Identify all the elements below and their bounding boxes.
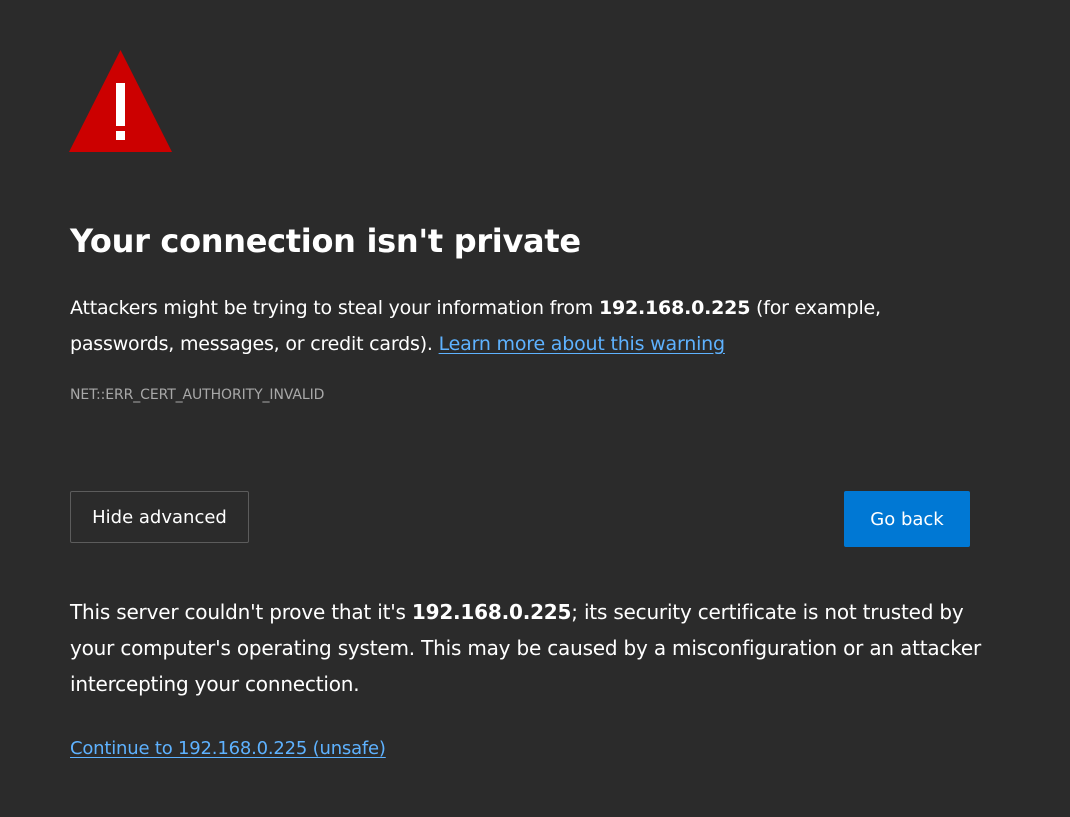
go-back-button[interactable]: Go back [844, 491, 970, 547]
intro-prefix: Attackers might be trying to steal your … [70, 297, 599, 319]
error-page: Your connection isn't private Attackers … [0, 0, 1070, 817]
learn-more-link[interactable]: Learn more about this warning [439, 333, 725, 355]
advanced-text: This server couldn't prove that it's 192… [70, 594, 985, 702]
hide-advanced-button[interactable]: Hide advanced [70, 491, 249, 543]
continue-unsafe-link[interactable]: Continue to 192.168.0.225 (unsafe) [70, 738, 386, 759]
error-code: NET::ERR_CERT_AUTHORITY_INVALID [70, 387, 325, 403]
intro-host: 192.168.0.225 [598, 297, 751, 319]
advanced-prefix: This server couldn't prove that it's [70, 600, 412, 624]
intro-text: Attackers might be trying to steal your … [70, 290, 985, 362]
warning-triangle-icon [69, 50, 172, 152]
page-title: Your connection isn't private [70, 222, 581, 260]
advanced-host: 192.168.0.225 [411, 600, 572, 624]
